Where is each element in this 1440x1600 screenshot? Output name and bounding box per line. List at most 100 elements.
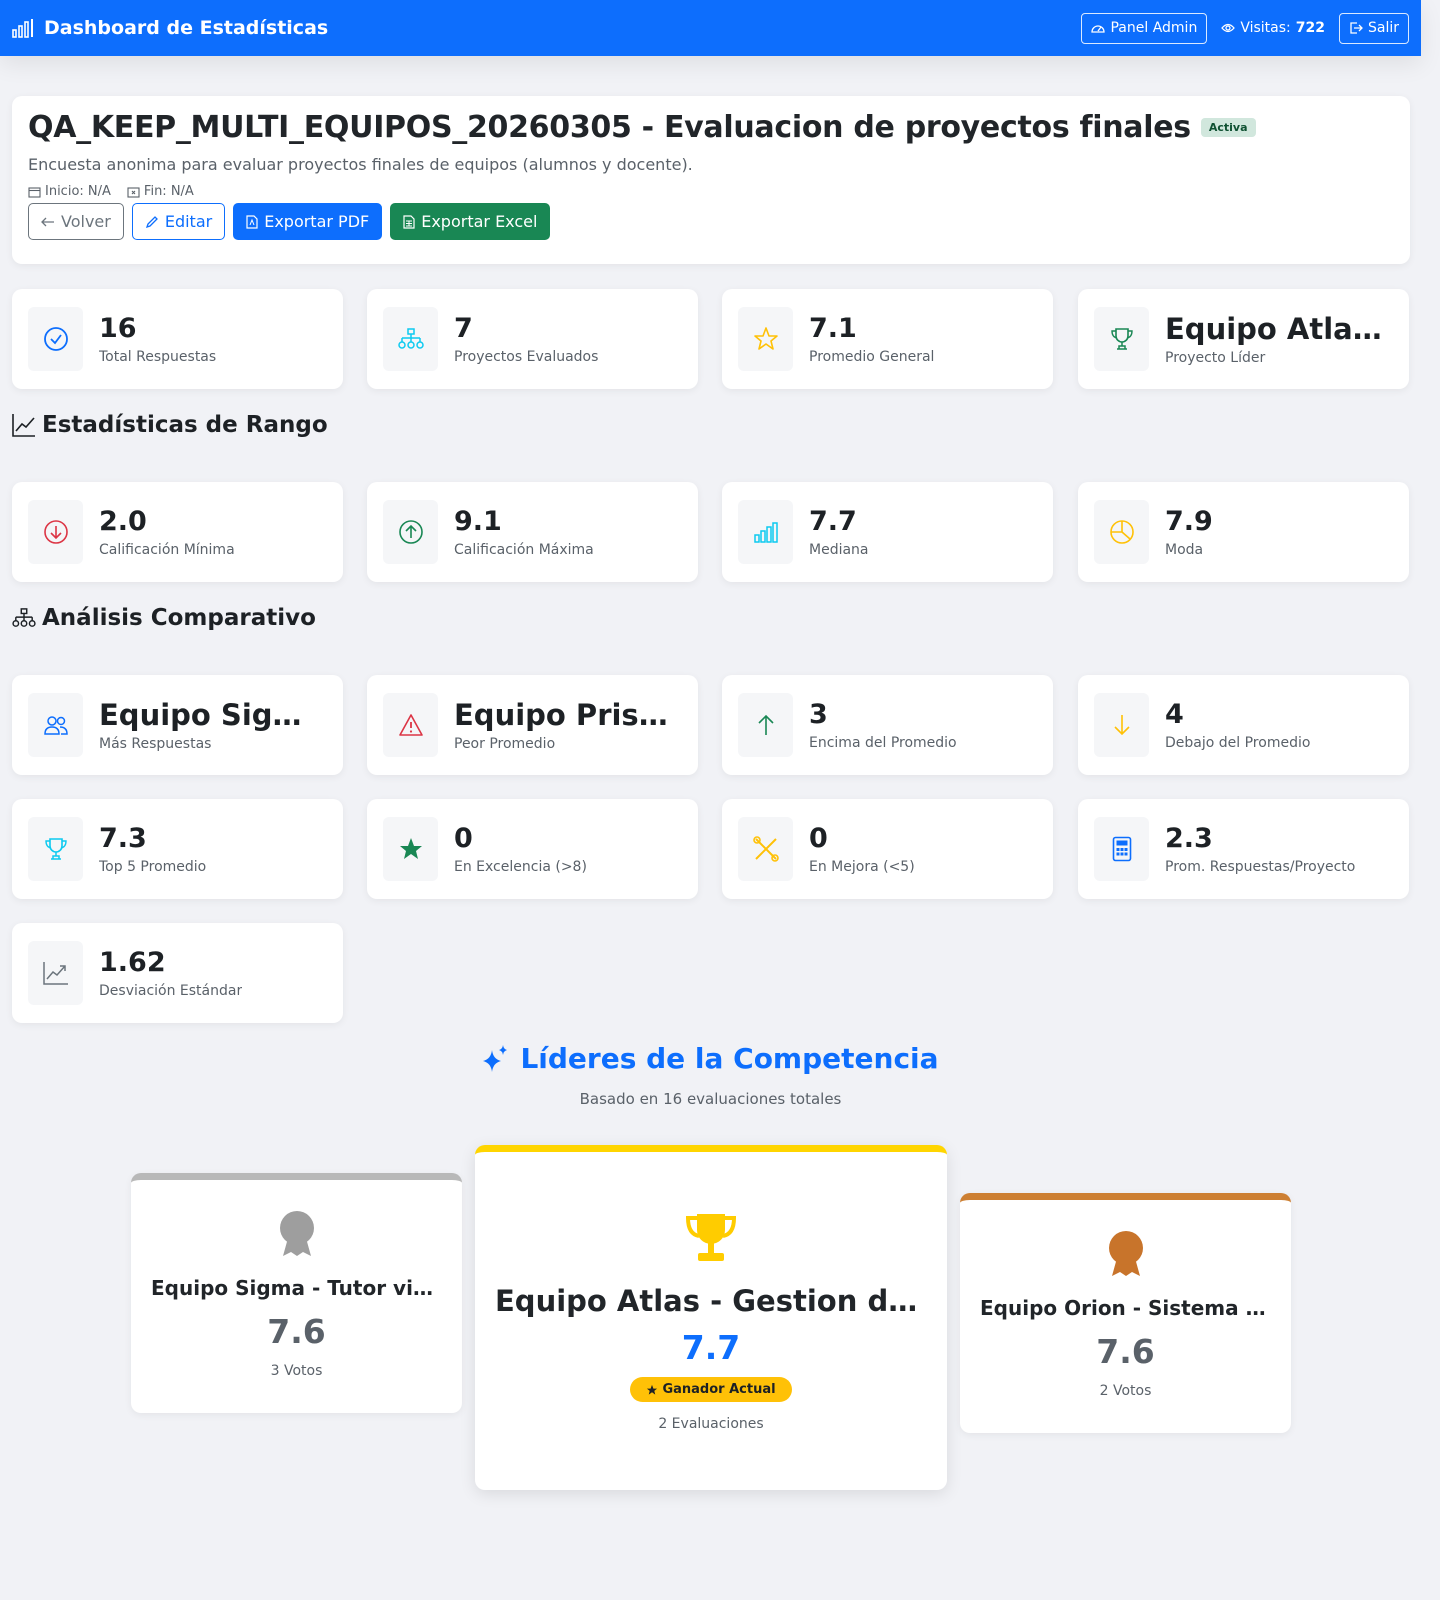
stat-label: Más Respuestas <box>99 736 212 753</box>
brand[interactable]: Dashboard de Estadísticas <box>12 17 328 39</box>
export-pdf-button[interactable]: Exportar PDF <box>233 203 383 240</box>
survey-header-card: QA_KEEP_MULTI_EQUIPOS_20260305 - Evaluac… <box>12 96 1410 264</box>
stat-value: 7 <box>454 312 473 344</box>
diagram-icon <box>397 328 424 349</box>
podium-first-place[interactable]: Equipo Atlas - Gestion de inventario 7.7… <box>475 1145 947 1490</box>
star-filled-icon <box>647 1384 658 1395</box>
leaders-title: Líderes de la Competencia <box>0 1042 1421 1075</box>
range-section-title: Estadísticas de Rango <box>12 412 328 438</box>
stat-label: Moda <box>1165 542 1204 559</box>
pie-chart-icon <box>1109 520 1134 544</box>
stat-below-average: 4 Debajo del Promedio <box>1078 675 1409 775</box>
stat-label: Prom. Respuestas/Proyecto <box>1165 859 1356 876</box>
winner-badge: Ganador Actual <box>630 1377 792 1402</box>
trophy-icon <box>44 838 67 860</box>
survey-description: Encuesta anonima para evaluar proyectos … <box>28 155 693 174</box>
medal-bronze-icon <box>1108 1231 1143 1276</box>
stat-responses-per-project: 2.3 Prom. Respuestas/Proyecto <box>1078 799 1409 899</box>
stat-value: 4 <box>1165 698 1184 730</box>
leaders-subtitle: Basado en 16 evaluaciones totales <box>579 1090 842 1108</box>
stat-most-responses: Equipo Sigma - Tutor virtual Más Respuest… <box>12 675 343 775</box>
status-badge: Activa <box>1200 118 1256 137</box>
stat-total-responses: 16 Total Respuestas <box>12 289 343 389</box>
edit-button[interactable]: Editar <box>131 203 226 240</box>
end-date: Fin: N/A <box>127 184 194 199</box>
file-pdf-icon <box>246 214 258 229</box>
stat-worst-average: Equipo Prism - Plataforma Peor Promedio <box>367 675 698 775</box>
trophy-icon <box>1110 328 1133 350</box>
visits-counter: Visitas: 722 <box>1221 20 1325 36</box>
bar-chart-icon <box>12 19 33 38</box>
visits-value: 722 <box>1295 20 1325 36</box>
people-icon <box>43 716 68 735</box>
stat-label: En Mejora (<5) <box>809 859 915 876</box>
warning-icon <box>398 714 423 736</box>
podium-name: Equipo Sigma - Tutor virtual <box>151 1276 462 1300</box>
graph-up-icon <box>42 962 68 985</box>
stat-std-deviation: 1.62 Desviación Estándar <box>12 923 343 1023</box>
calendar-x-icon <box>127 186 140 198</box>
calculator-icon <box>1112 836 1131 862</box>
stat-value: 7.1 <box>809 312 857 344</box>
stat-label: Peor Promedio <box>454 736 556 753</box>
stat-label: Top 5 Promedio <box>99 859 207 876</box>
tools-icon <box>752 836 779 862</box>
export-excel-button[interactable]: Exportar Excel <box>390 203 551 240</box>
podium-score: 7.6 <box>267 1312 326 1351</box>
stat-value: Equipo Sigma - Tutor virtual <box>99 697 327 732</box>
diagram-icon <box>12 608 36 627</box>
eye-icon <box>1221 23 1236 33</box>
check-circle-icon <box>43 327 68 351</box>
podium-name: Equipo Orion - Sistema de reservas <box>980 1296 1291 1320</box>
trophy-gold-icon <box>685 1214 737 1261</box>
podium-name: Equipo Atlas - Gestion de inventario <box>495 1284 947 1318</box>
stat-value: 7.7 <box>809 505 857 537</box>
stat-value: 7.9 <box>1165 505 1213 537</box>
back-button[interactable]: Volver <box>28 203 124 240</box>
podium-third-place[interactable]: Equipo Orion - Sistema de reservas 7.6 2… <box>960 1193 1291 1433</box>
podium-score: 7.7 <box>681 1328 741 1367</box>
stat-value: Equipo Atlas - Gestion <box>1165 311 1393 346</box>
podium-second-place[interactable]: Equipo Sigma - Tutor virtual 7.6 3 Votos <box>131 1173 462 1413</box>
stat-label: Proyectos Evaluados <box>454 349 599 366</box>
pencil-icon <box>145 215 158 228</box>
admin-panel-button[interactable]: Panel Admin <box>1081 12 1208 44</box>
medal-silver-icon <box>279 1211 314 1256</box>
bar-chart-icon <box>753 522 778 543</box>
stat-label: Desviación Estándar <box>99 983 243 1000</box>
stat-improvement: 0 En Mejora (<5) <box>722 799 1053 899</box>
arrow-down-icon <box>1113 715 1130 736</box>
logout-icon <box>1350 22 1363 34</box>
stat-max-score: 9.1 Calificación Máxima <box>367 482 698 582</box>
stat-value: 2.0 <box>99 505 147 537</box>
stat-value: 16 <box>99 312 137 344</box>
stat-above-average: 3 Encima del Promedio <box>722 675 1053 775</box>
stat-label: Encima del Promedio <box>809 735 957 752</box>
stat-label: Calificación Máxima <box>454 542 594 559</box>
stat-value: 0 <box>809 822 828 854</box>
brand-title: Dashboard de Estadísticas <box>44 17 329 39</box>
navbar: Dashboard de Estadísticas Panel Admin Vi… <box>0 0 1421 56</box>
podium-votes: 2 Evaluaciones <box>658 1416 764 1432</box>
stat-top5-average: 7.3 Top 5 Promedio <box>12 799 343 899</box>
stat-min-score: 2.0 Calificación Mínima <box>12 482 343 582</box>
stat-label: Mediana <box>809 542 869 559</box>
stat-value: 0 <box>454 822 473 854</box>
podium-votes: 2 Votos <box>1099 1383 1152 1399</box>
stat-label: Proyecto Líder <box>1165 350 1266 367</box>
stat-label: Total Respuestas <box>99 349 217 366</box>
stat-overall-average: 7.1 Promedio General <box>722 289 1053 389</box>
logout-button[interactable]: Salir <box>1338 12 1409 44</box>
stat-value: 1.62 <box>99 946 166 978</box>
arrow-down-circle-icon <box>43 520 68 544</box>
stat-value: 7.3 <box>99 822 147 854</box>
podium-votes: 3 Votos <box>270 1363 323 1379</box>
graph-up-icon <box>12 414 35 437</box>
arrow-left-icon <box>41 217 54 226</box>
star-icon <box>753 327 778 350</box>
start-date: Inicio: N/A <box>28 184 111 199</box>
stat-label: Calificación Mínima <box>99 542 235 559</box>
stat-value: 9.1 <box>454 505 502 537</box>
stat-leader-project: Equipo Atlas - Gestion Proyecto Líder <box>1078 289 1409 389</box>
stat-mode: 7.9 Moda <box>1078 482 1409 582</box>
